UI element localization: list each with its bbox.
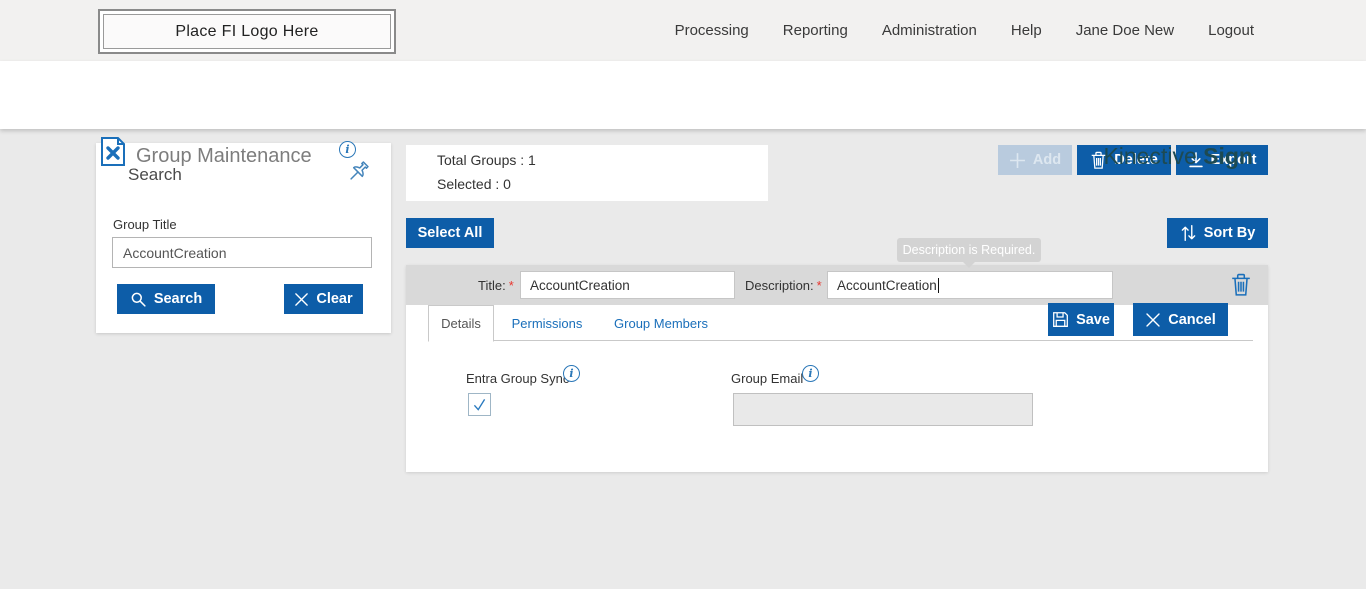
nav-administration[interactable]: Administration bbox=[882, 22, 977, 39]
x-icon bbox=[294, 292, 309, 307]
entra-group-sync-label: Entra Group Sync bbox=[466, 371, 569, 386]
group-email-info-icon[interactable] bbox=[802, 365, 819, 382]
text-caret bbox=[938, 278, 939, 293]
brand-normal: Kinective bbox=[1103, 143, 1203, 169]
search-panel: Search Group Title Search Clear bbox=[96, 143, 391, 333]
selected-count: Selected : 0 bbox=[437, 176, 511, 192]
validation-tooltip: Description is Required. bbox=[897, 238, 1041, 262]
row-delete-icon[interactable] bbox=[1230, 272, 1252, 303]
tab-permissions[interactable]: Permissions bbox=[502, 305, 592, 342]
page-title: Group Maintenance bbox=[136, 145, 312, 168]
nav-user-jane-doe-new[interactable]: Jane Doe New bbox=[1076, 22, 1174, 39]
search-button[interactable]: Search bbox=[117, 284, 215, 314]
required-asterisk: * bbox=[509, 278, 514, 293]
total-groups-count: Total Groups : 1 bbox=[437, 152, 536, 168]
brand-logo: Kinective Sign bbox=[1103, 143, 1253, 170]
floppy-disk-icon bbox=[1052, 311, 1069, 328]
nav-help[interactable]: Help bbox=[1011, 22, 1042, 39]
save-button[interactable]: Save bbox=[1048, 303, 1114, 336]
group-maintenance-icon bbox=[100, 137, 126, 172]
checkmark-icon bbox=[471, 396, 488, 413]
group-title-label: Group Title bbox=[113, 217, 177, 232]
entra-group-sync-checkbox[interactable] bbox=[468, 393, 491, 416]
groups-summary: Total Groups : 1 Selected : 0 bbox=[406, 145, 768, 201]
fi-logo-placeholder: Place FI Logo Here bbox=[98, 9, 396, 54]
page-title-info-icon[interactable] bbox=[339, 141, 356, 158]
tooltip-arrow bbox=[962, 261, 976, 268]
select-all-button[interactable]: Select All bbox=[406, 218, 494, 248]
group-title-input[interactable] bbox=[112, 237, 372, 268]
brand-bold: Sign bbox=[1203, 143, 1253, 169]
tab-details[interactable]: Details bbox=[428, 305, 494, 342]
search-panel-title: Search bbox=[128, 165, 182, 185]
sort-by-button[interactable]: Sort By bbox=[1167, 218, 1268, 248]
nav-reporting[interactable]: Reporting bbox=[783, 22, 848, 39]
top-bar: Place FI Logo Here Processing Reporting … bbox=[0, 0, 1366, 61]
nav-processing[interactable]: Processing bbox=[675, 22, 749, 39]
page-header-bar: Group Maintenance Kinective Sign bbox=[0, 61, 1366, 129]
top-navigation: Processing Reporting Administration Help… bbox=[675, 0, 1254, 61]
plus-icon bbox=[1009, 152, 1026, 169]
cancel-button[interactable]: Cancel bbox=[1133, 303, 1228, 336]
title-field-label: Title:* bbox=[478, 278, 514, 293]
entra-group-sync-info-icon[interactable] bbox=[563, 365, 580, 382]
clear-button[interactable]: Clear bbox=[284, 284, 363, 314]
required-asterisk: * bbox=[817, 278, 822, 293]
description-field-label: Description:* bbox=[745, 278, 822, 293]
group-email-input bbox=[733, 393, 1033, 426]
group-row-header: Title:* AccountCreation Description:* Ac… bbox=[406, 265, 1268, 305]
group-email-label: Group Email bbox=[731, 371, 803, 386]
fi-logo-text: Place FI Logo Here bbox=[103, 14, 391, 49]
sort-arrows-icon bbox=[1180, 224, 1197, 242]
add-button[interactable]: Add bbox=[998, 145, 1072, 175]
pin-icon[interactable] bbox=[345, 159, 371, 190]
nav-logout[interactable]: Logout bbox=[1208, 22, 1254, 39]
description-input[interactable]: AccountCreation bbox=[827, 271, 1113, 299]
group-row: Title:* AccountCreation Description:* Ac… bbox=[406, 265, 1268, 472]
x-icon bbox=[1145, 312, 1161, 328]
tab-group-members[interactable]: Group Members bbox=[606, 305, 716, 342]
search-icon bbox=[130, 291, 147, 308]
title-input[interactable]: AccountCreation bbox=[520, 271, 735, 299]
trash-icon bbox=[1230, 272, 1252, 298]
